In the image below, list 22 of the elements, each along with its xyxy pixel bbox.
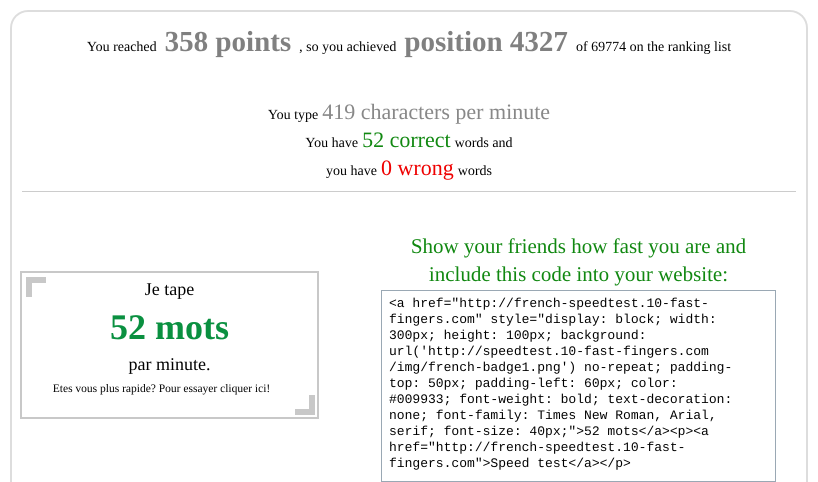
- code-field[interactable]: <a href="http://french-speedtest.10-fast-fingers.com" style="display: block; width: 300px; height: 100px; background: url('http://speedtest.10-fast-fingers.com /img/french-badge1.png') no-repeat; padding-top: 50px; padding-left: 60px; color: #009933; font-weight: bold; text-decoration: none; font-family: Times New Roman, Arial, serif; font-size: 40px;">52 mots</a><p><a href="http://french-speedtest.10-fast-fingers.com">Speed test</a></p>: [381, 290, 776, 482]
- badge-count: 52 mots: [110, 306, 229, 348]
- badge-link[interactable]: Etes vous plus rapide? Pour essayer cliquer ici!: [52, 383, 270, 395]
- stat-text: you have: [326, 164, 377, 180]
- badge-text: par minute.: [128, 354, 210, 375]
- result-text: , so you achieved: [299, 40, 396, 56]
- stat-text: You type: [268, 108, 318, 124]
- stat-text: 0 wrong: [380, 155, 454, 181]
- stat-text: words and: [454, 136, 513, 152]
- stat-text: You have: [305, 136, 358, 152]
- result-text: position 4327: [404, 26, 568, 59]
- share-heading: Show your friends how fast you are and include this code into your website:: [410, 233, 748, 288]
- badge-text: Je tape: [144, 279, 194, 300]
- badge-card[interactable]: Je tape 52 mots par minute. Etes vous plus rapide? Pour essayer cliquer ici!: [20, 271, 319, 419]
- stat-text: 52 correct: [362, 127, 451, 153]
- stat-text: 419 characters per minute: [322, 99, 550, 125]
- result-text: of 69774 on the ranking list: [576, 40, 732, 56]
- result-text: 358 points: [164, 26, 292, 59]
- result-text: You reached: [86, 40, 157, 56]
- corner-bracket-icon: [295, 395, 315, 415]
- stat-text: words: [458, 164, 492, 180]
- corner-bracket-icon: [26, 277, 46, 297]
